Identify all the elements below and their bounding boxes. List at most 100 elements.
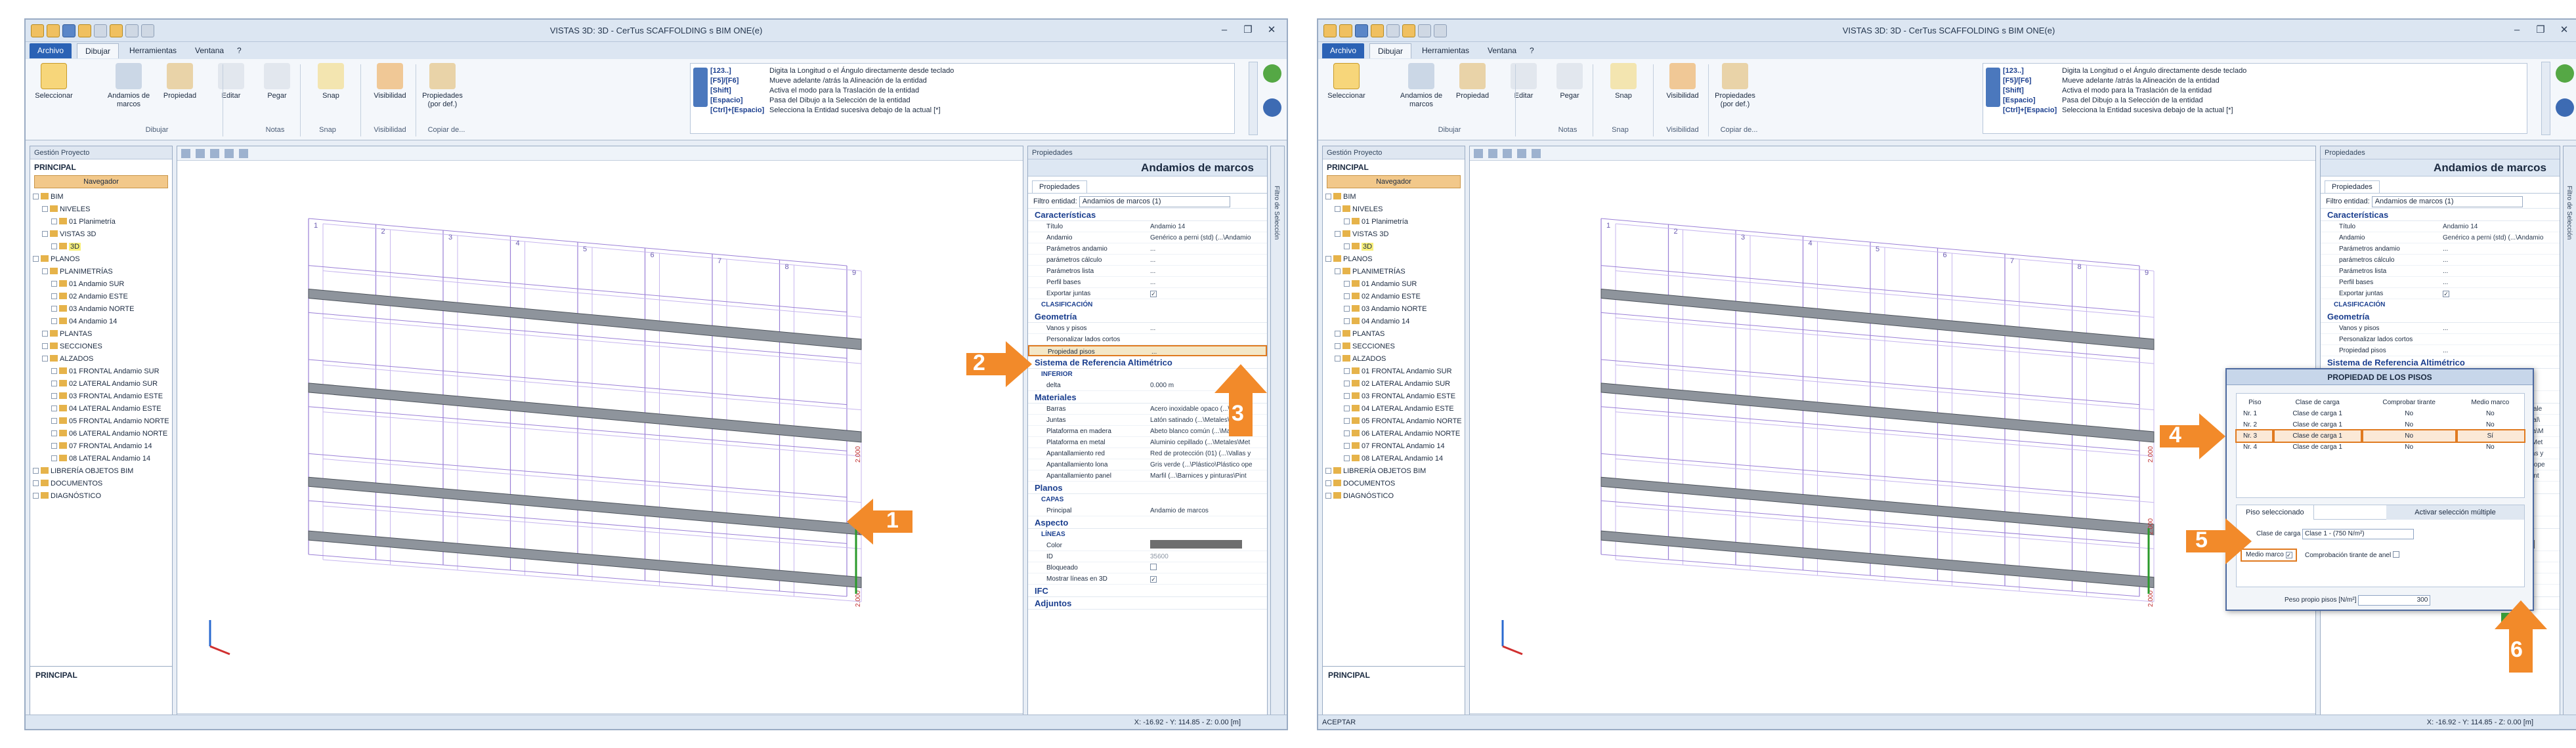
close-icon[interactable]: ✕ [1262,23,1281,37]
expand-toggle-icon[interactable] [51,405,57,411]
property-row[interactable]: Título Andamio 14 [2321,221,2560,232]
property-subgroup[interactable]: CLASIFICACIÓN [2321,299,2560,310]
tree-item[interactable]: PLANIMETRÍAS [1325,266,1462,278]
tree-item[interactable]: DOCUMENTOS [1325,478,1462,490]
expand-toggle-icon[interactable] [42,343,48,349]
tree-item[interactable]: 01 FRONTAL Andamio SUR [1325,365,1462,378]
frame-scaffold-button[interactable]: Andamios de marcos [1398,63,1444,109]
zoom-icon[interactable] [1474,149,1483,158]
expand-toggle-icon[interactable] [51,318,57,324]
restore-icon[interactable]: ❐ [1238,23,1258,37]
expand-toggle-icon[interactable] [1344,218,1350,224]
tree-item[interactable]: DIAGNÓSTICO [33,490,169,503]
default-properties-button[interactable]: Propiedades (por def.) [419,63,465,109]
tab-navegador[interactable]: Navegador [34,175,168,188]
selection-filter-strip[interactable]: Filtro de Selección [2563,146,2576,723]
tree-item[interactable]: 02 Andamio ESTE [33,291,169,303]
property-row[interactable]: Apantallamiento redRed de protección (01… [1028,448,1267,459]
expand-toggle-icon[interactable] [1344,306,1350,312]
expand-toggle-icon[interactable] [33,493,39,499]
scaffold-platform[interactable] [308,530,862,589]
check-tie-checkbox[interactable] [2392,551,2399,558]
expand-toggle-icon[interactable] [1344,443,1350,449]
tab-herramientas[interactable]: Herramientas [1414,43,1477,58]
restore-icon[interactable]: ❐ [2531,23,2550,37]
property-row[interactable]: Plataforma en metalAluminio cepillado (.… [1028,437,1267,448]
tree-item[interactable]: 08 LATERAL Andamio 14 [1325,453,1462,465]
property-row[interactable]: parámetros cálculo... [1028,255,1267,266]
select-button[interactable]: Seleccionar [1323,63,1369,100]
tree-item[interactable]: 01 Planimetría [33,216,169,228]
expand-toggle-icon[interactable] [1335,206,1341,212]
property-row[interactable]: Vanos y pisos... [2321,323,2560,334]
expand-toggle-icon[interactable] [1335,356,1341,362]
property-row[interactable]: PrincipalAndamio de marcos [1028,505,1267,516]
visibility-button[interactable]: Visibilidad [1660,63,1706,100]
frame-scaffold-button[interactable]: Andamios de marcos [106,63,152,109]
tree-item[interactable]: 02 Andamio ESTE [1325,291,1462,303]
property-section[interactable]: Características [1028,209,1267,221]
tab-ventana[interactable]: Ventana [1480,43,1524,58]
table-row-selected[interactable]: Nr. 3 Clase de carga 1 No Sí [2235,429,2526,443]
tree-item[interactable]: LIBRERÍA OBJETOS BIM [33,465,169,478]
tree-item[interactable]: 03 FRONTAL Andamio ESTE [1325,390,1462,403]
expand-toggle-icon[interactable] [1344,318,1350,324]
expand-toggle-icon[interactable] [1335,331,1341,337]
help-scrollbar[interactable] [1249,62,1258,135]
select-button[interactable]: Seleccionar [31,63,77,100]
tree-item[interactable]: SECCIONES [33,341,169,353]
expand-toggle-icon[interactable] [1344,430,1350,436]
expand-toggle-icon[interactable] [33,480,39,486]
tree-item[interactable]: 01 FRONTAL Andamio SUR [33,365,169,378]
expand-toggle-icon[interactable] [1344,293,1350,299]
tree-item[interactable]: 02 LATERAL Andamio SUR [33,378,169,390]
expand-toggle-icon[interactable] [51,306,57,312]
expand-toggle-icon[interactable] [1344,381,1350,386]
tab-help[interactable]: ? [1522,43,1542,58]
expand-toggle-icon[interactable] [1325,256,1331,262]
tree-item[interactable]: PLANOS [1325,253,1462,266]
property-row[interactable]: Parámetros lista... [1028,266,1267,277]
snap-button[interactable]: Snap [1600,63,1646,100]
tree-item[interactable]: 04 Andamio 14 [33,316,169,328]
expand-toggle-icon[interactable] [33,194,39,199]
expand-toggle-icon[interactable] [42,231,48,237]
expand-toggle-icon[interactable] [1325,194,1331,199]
property-row[interactable]: Bloqueado [1028,562,1267,573]
selection-filter-strip[interactable]: Filtro de Selección [1270,146,1285,723]
property-row[interactable]: Color [1028,540,1267,551]
expand-toggle-icon[interactable] [51,243,57,249]
tab-archivo[interactable]: Archivo [1322,43,1365,58]
tree-item[interactable]: 06 LATERAL Andamio NORTE [1325,428,1462,440]
tree-item[interactable]: 01 Andamio SUR [33,278,169,291]
pan-icon[interactable] [1488,149,1497,158]
checkbox[interactable]: ✓ [2443,291,2449,297]
expand-toggle-icon[interactable] [51,430,57,436]
expand-toggle-icon[interactable] [42,206,48,212]
table-row[interactable]: Nr. 2 Clase de carga 1 No No [2237,419,2524,430]
property-row[interactable]: parámetros cálculo... [2321,255,2560,266]
property-row[interactable]: Andamio Genérico a perni (std) (...\Andam… [1028,232,1267,243]
tree-item[interactable]: VISTAS 3D [1325,228,1462,241]
checkbox[interactable]: ✓ [1150,576,1157,583]
scaffold-platform[interactable] [308,476,862,535]
expand-toggle-icon[interactable] [51,455,57,461]
property-row[interactable]: Parámetros lista... [2321,266,2560,277]
tree-item[interactable]: 03 FRONTAL Andamio ESTE [33,390,169,403]
property-row[interactable]: Apantallamiento panelMarfil (...\Barnice… [1028,470,1267,482]
orbit-icon[interactable] [1503,149,1512,158]
3d-viewport[interactable]: 1234567892.0002.0002.000 [177,146,1023,723]
expand-toggle-icon[interactable] [1335,231,1341,237]
expand-toggle-icon[interactable] [1344,281,1350,287]
tab-navegador[interactable]: Navegador [1327,175,1461,188]
expand-toggle-icon[interactable] [1344,418,1350,424]
tab-dibujar[interactable]: Dibujar [77,43,119,58]
tree-item[interactable]: 05 FRONTAL Andamio NORTE [1325,415,1462,428]
expand-toggle-icon[interactable] [51,393,57,399]
property-section[interactable]: Adjuntos [1028,597,1267,610]
expand-toggle-icon[interactable] [51,381,57,386]
expand-toggle-icon[interactable] [1325,468,1331,474]
tree-item[interactable]: 07 FRONTAL Andamio 14 [33,440,169,453]
info-icon[interactable] [1263,98,1281,117]
property-row[interactable]: Apantallamiento lonaGris verde (...\Plás… [1028,459,1267,470]
